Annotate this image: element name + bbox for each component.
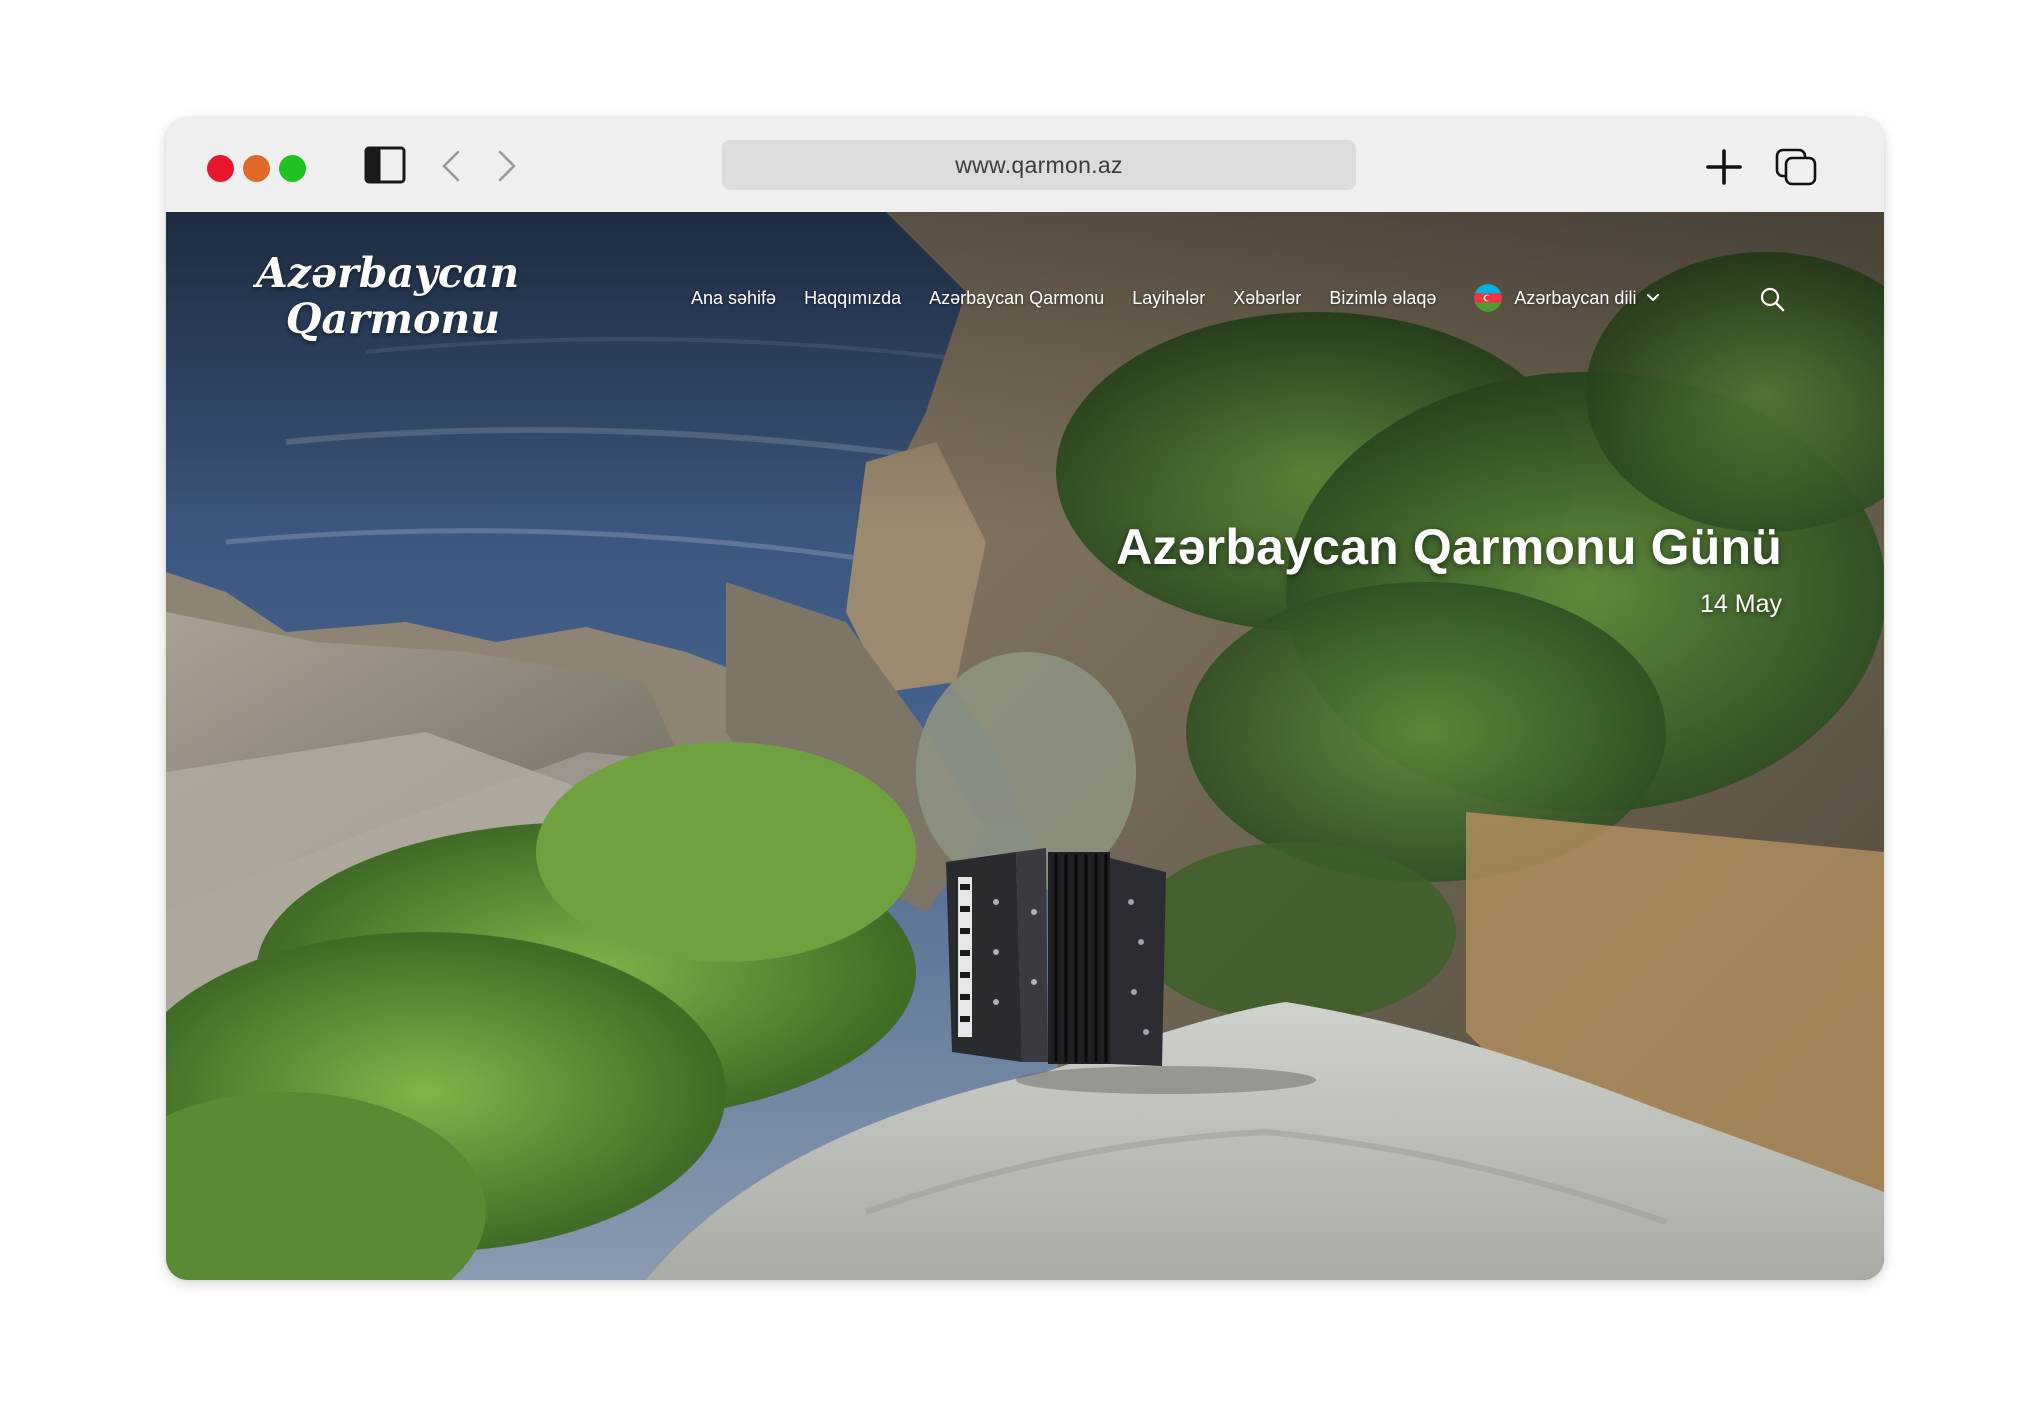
page-viewport: Azərbaycan Qarmonu Ana səhifə Haqqımızda… xyxy=(166,212,1884,1280)
logo-line-2: Qarmonu xyxy=(285,295,500,343)
plus-icon[interactable] xyxy=(1704,147,1744,187)
nav-contact[interactable]: Bizimlə əlaqə xyxy=(1329,288,1436,309)
nav-projects[interactable]: Layihələr xyxy=(1132,288,1205,309)
close-window-button[interactable] xyxy=(207,155,234,182)
logo-line-1: Azərbaycan xyxy=(256,249,520,297)
address-url: www.qarmon.az xyxy=(955,151,1123,178)
hero-title: Azərbaycan Qarmonu Günü xyxy=(1116,519,1782,575)
address-bar[interactable]: www.qarmon.az xyxy=(722,140,1356,190)
sidebar-icon[interactable] xyxy=(364,146,406,184)
main-nav: Ana səhifə Haqqımızda Azərbaycan Qarmonu… xyxy=(691,278,1660,318)
zoom-window-button[interactable] xyxy=(279,155,306,182)
nav-about[interactable]: Haqqımızda xyxy=(804,288,901,309)
hero-date: 14 May xyxy=(1700,590,1782,618)
search-icon[interactable] xyxy=(1758,285,1786,313)
browser-toolbar: www.qarmon.az xyxy=(166,118,1884,212)
forward-icon[interactable] xyxy=(494,148,520,184)
language-label: Azərbaycan dili xyxy=(1514,287,1637,308)
chevron-down-icon xyxy=(1647,294,1660,301)
minimize-window-button[interactable] xyxy=(243,155,270,182)
site-logo[interactable]: Azərbaycan Qarmonu xyxy=(256,249,520,343)
tabs-icon[interactable] xyxy=(1774,147,1818,187)
language-selector[interactable]: Azərbaycan dili xyxy=(1474,284,1660,312)
nav-home[interactable]: Ana səhifə xyxy=(691,288,776,309)
hero-background-image xyxy=(166,212,1884,1280)
nav-azerbaijan-garmon[interactable]: Azərbaycan Qarmonu xyxy=(929,288,1104,309)
nav-news[interactable]: Xəbərlər xyxy=(1233,288,1301,309)
browser-window: www.qarmon.az Azərbaycan Qarmonu Ana səh… xyxy=(166,118,1884,1280)
azerbaijan-flag-icon xyxy=(1474,284,1503,312)
back-icon[interactable] xyxy=(438,148,464,184)
